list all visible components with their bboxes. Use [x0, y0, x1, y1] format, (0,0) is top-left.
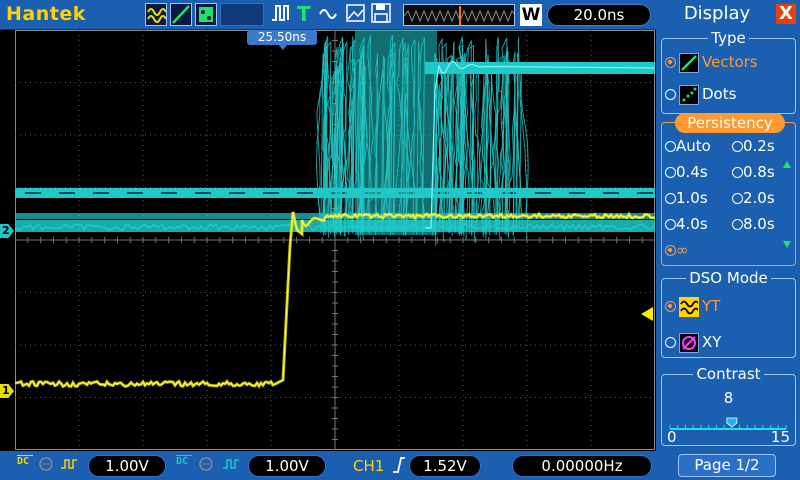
- scroll-down-icon[interactable]: [783, 241, 791, 248]
- display-menu-panel: Display X Type Vectors Dots Persistency …: [656, 0, 800, 480]
- persistency-option[interactable]: 0.4s: [665, 163, 708, 181]
- rising-edge-icon[interactable]: [392, 456, 406, 479]
- persistency-option-label: 2.0s: [743, 189, 775, 207]
- dots-label: Dots: [702, 85, 737, 103]
- ch2-volts-per-div[interactable]: 1.00V: [248, 455, 326, 477]
- contrast-slider-handle: [726, 417, 738, 428]
- persistence-icon[interactable]: [195, 3, 217, 26]
- ch2-bandwidth-icon: [198, 454, 214, 474]
- persistency-option[interactable]: 2.0s: [732, 189, 775, 207]
- vectors-radio[interactable]: [665, 57, 676, 68]
- vectors-mode-icon[interactable]: [170, 3, 192, 26]
- waveform-traces: [15, 30, 655, 389]
- window-zoom-button[interactable]: W: [520, 4, 542, 26]
- bottom-status-bar: DC 1.00V DC 1.00V CH1 1.52V 0.00000Hz: [0, 451, 656, 480]
- trigger-position-label[interactable]: 25.50ns: [247, 30, 317, 45]
- persistency-option[interactable]: 4.0s: [665, 215, 708, 233]
- persistency-radio[interactable]: [732, 193, 743, 204]
- dots-icon: [679, 85, 699, 105]
- persistency-option-label: Auto: [676, 137, 711, 155]
- dso-yt-option[interactable]: YT: [665, 297, 720, 317]
- waveform-screen[interactable]: [15, 30, 655, 450]
- image-icon[interactable]: [345, 2, 367, 29]
- persistency-radio[interactable]: [665, 141, 676, 152]
- persistency-radio[interactable]: [732, 141, 743, 152]
- ch1-volts-per-div[interactable]: 1.00V: [88, 455, 166, 477]
- persistency-option[interactable]: ∞: [665, 241, 689, 259]
- persistency-option-label: 0.4s: [676, 163, 708, 181]
- type-group-title: Type: [708, 29, 749, 47]
- persistency-option[interactable]: 0.2s: [732, 137, 775, 155]
- yt-label: YT: [702, 297, 721, 315]
- ch1-display-icon[interactable]: [145, 3, 167, 26]
- persistency-option-label: 0.8s: [743, 163, 775, 181]
- persistency-radio[interactable]: [665, 167, 676, 178]
- persistency-option-label: 0.2s: [743, 137, 775, 155]
- contrast-min-label: 0: [667, 428, 677, 446]
- ch1-coupling-label[interactable]: DC: [17, 455, 33, 467]
- close-button[interactable]: X: [776, 4, 796, 24]
- signal-icon: [318, 2, 340, 29]
- trigger-t-icon: T: [297, 2, 311, 26]
- contrast-max-label: 15: [770, 428, 790, 446]
- dots-radio[interactable]: [665, 89, 676, 100]
- persistency-option[interactable]: 0.8s: [732, 163, 775, 181]
- persistency-option[interactable]: 8.0s: [732, 215, 775, 233]
- dso-mode-group: DSO Mode YT XY: [661, 269, 796, 358]
- frequency-counter: 0.00000Hz: [512, 455, 652, 477]
- type-vectors-option[interactable]: Vectors: [665, 53, 758, 73]
- xy-mode-icon: [679, 333, 699, 353]
- persistency-option-label: 4.0s: [676, 215, 708, 233]
- run-state-indicator[interactable]: [220, 3, 264, 26]
- memory-overview-bar[interactable]: [403, 4, 515, 26]
- persistency-option[interactable]: 1.0s: [665, 189, 708, 207]
- trigger-position-pointer: [278, 44, 288, 50]
- dso-mode-title: DSO Mode: [686, 269, 771, 287]
- persistency-option-label: ∞: [676, 241, 689, 259]
- contrast-value: 8: [723, 389, 734, 407]
- type-dots-option[interactable]: Dots: [665, 85, 736, 105]
- type-group: Type Vectors Dots: [661, 29, 796, 114]
- ch2-invert-icon: [222, 454, 239, 474]
- persistency-radio[interactable]: [732, 219, 743, 230]
- trigger-level-marker[interactable]: [641, 307, 653, 321]
- xy-label: XY: [702, 333, 722, 351]
- yt-mode-icon: [679, 297, 700, 317]
- top-status-bar: Hantek T W 20.0ns: [0, 0, 656, 30]
- ch2-ground-marker[interactable]: 2: [0, 224, 14, 238]
- trigger-pulse-icon: [270, 2, 292, 29]
- persistency-radio[interactable]: [665, 219, 676, 230]
- scroll-up-icon[interactable]: [783, 161, 791, 168]
- trigger-source[interactable]: CH1: [353, 457, 384, 475]
- persistency-radio[interactable]: [732, 167, 743, 178]
- persistency-option-label: 1.0s: [676, 189, 708, 207]
- contrast-title: Contrast: [693, 365, 764, 383]
- persistency-title: Persistency: [675, 113, 785, 133]
- ch1-bandwidth-icon: [38, 454, 54, 474]
- yt-radio[interactable]: [665, 301, 676, 312]
- contrast-group: Contrast 8 0 15: [661, 365, 796, 446]
- persistency-option-label: 8.0s: [743, 215, 775, 233]
- persistency-radio[interactable]: [665, 193, 676, 204]
- ch1-invert-icon: [60, 454, 77, 474]
- xy-radio[interactable]: [665, 337, 676, 348]
- ch1-ground-marker[interactable]: 1: [0, 384, 14, 398]
- ch2-coupling-label[interactable]: DC: [176, 455, 192, 467]
- vectors-icon: [679, 53, 699, 73]
- brand-logo: Hantek: [6, 3, 86, 25]
- vectors-label: Vectors: [702, 53, 758, 71]
- persistency-group: Persistency Auto 0.2s 0.4s 0.8s 1.0s 2.0s 4.0s…: [661, 113, 796, 266]
- page-button[interactable]: Page 1/2: [678, 454, 776, 477]
- timebase-value[interactable]: 20.0ns: [547, 4, 651, 26]
- persistency-radio[interactable]: [665, 245, 676, 256]
- trigger-level-value[interactable]: 1.52V: [409, 455, 481, 477]
- save-icon[interactable]: [370, 2, 392, 29]
- persistency-option[interactable]: Auto: [665, 137, 711, 155]
- dso-xy-option[interactable]: XY: [665, 333, 721, 353]
